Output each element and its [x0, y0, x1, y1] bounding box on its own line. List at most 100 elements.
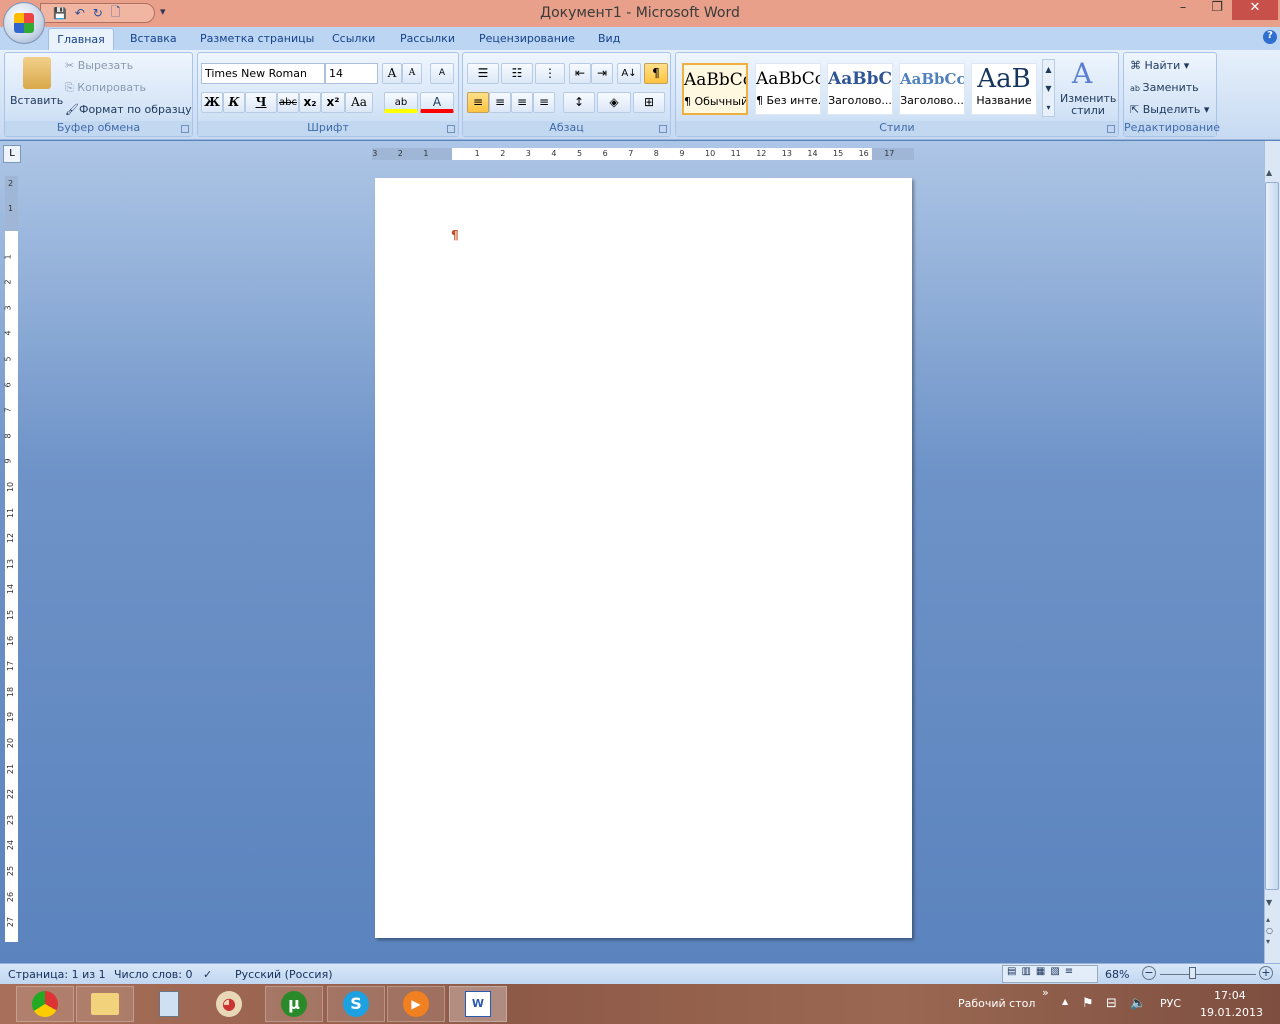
select-button[interactable]: ⇱ Выделить ▾: [1130, 103, 1209, 116]
multilevel-list-button[interactable]: ⋮: [535, 63, 565, 84]
scroll-up-icon[interactable]: ▲: [1266, 168, 1272, 177]
input-language[interactable]: РУС: [1160, 997, 1181, 1010]
style-no-spacing[interactable]: AaBbCcI ¶ Без инте...: [755, 63, 821, 115]
align-right-button[interactable]: ≡: [511, 92, 533, 113]
clipboard-launcher-icon[interactable]: [181, 125, 189, 133]
font-size-combobox[interactable]: 14: [325, 63, 378, 84]
clock-time[interactable]: 17:04: [1214, 989, 1246, 1002]
tab-home[interactable]: Главная: [48, 28, 114, 50]
restore-button[interactable]: ❐: [1202, 0, 1232, 20]
taskbar-chrome[interactable]: [16, 986, 74, 1022]
customize-qat-icon[interactable]: ▾: [160, 5, 166, 18]
zoom-slider-thumb[interactable]: [1188, 967, 1196, 979]
style-title[interactable]: AaB Название: [971, 63, 1037, 115]
font-name-combobox[interactable]: Times New Roman: [201, 63, 325, 84]
tab-references[interactable]: Ссылки: [332, 32, 375, 45]
align-center-button[interactable]: ≡: [489, 92, 511, 113]
tab-selector-button[interactable]: L: [3, 145, 21, 163]
taskbar: ◕ µ S ▶ W Рабочий стол » ▲ ⚑ ⊟ 🔈 РУС 17:…: [0, 984, 1280, 1024]
format-painter-button[interactable]: 🖌Формат по образцу: [65, 103, 192, 116]
action-center-icon[interactable]: ⚑: [1082, 996, 1094, 1011]
redo-icon[interactable]: ↻: [93, 6, 103, 20]
superscript-button[interactable]: x²: [321, 92, 345, 113]
document-page[interactable]: [375, 178, 912, 938]
style-normal[interactable]: AaBbCcI ¶ Обычный: [682, 63, 748, 115]
styles-launcher-icon[interactable]: [1107, 125, 1115, 133]
underline-button[interactable]: Ч: [245, 92, 277, 113]
taskbar-paint[interactable]: ◕: [200, 986, 258, 1022]
tab-page-layout[interactable]: Разметка страницы: [200, 32, 314, 45]
grow-font-button[interactable]: A: [382, 63, 402, 84]
justify-button[interactable]: ≡: [533, 92, 555, 113]
taskbar-skype[interactable]: S: [327, 986, 385, 1022]
paste-button[interactable]: Вставить: [10, 94, 63, 107]
tab-review[interactable]: Рецензирование: [479, 32, 575, 45]
save-icon[interactable]: 💾: [53, 7, 67, 20]
taskbar-explorer[interactable]: [76, 986, 134, 1022]
zoom-level[interactable]: 68%: [1105, 968, 1129, 981]
window-title: Документ1 - Microsoft Word: [540, 5, 740, 21]
font-color-button[interactable]: A: [420, 92, 454, 113]
shading-button[interactable]: ◈: [597, 92, 631, 113]
find-button[interactable]: ⌘ Найти ▾: [1130, 59, 1189, 72]
replace-button[interactable]: ab Заменить: [1130, 81, 1199, 94]
tab-mailings[interactable]: Рассылки: [400, 32, 455, 45]
italic-button[interactable]: К: [223, 92, 245, 113]
zoom-slider[interactable]: [1160, 974, 1256, 975]
clock-date[interactable]: 19.01.2013: [1200, 1006, 1263, 1019]
vertical-ruler[interactable]: 2 1 1 2 3 4 5 6 7 8 9 10 11 12 13 14 15 16 17 18 19 20 21 22 23 2…: [4, 176, 18, 942]
office-button[interactable]: [3, 2, 45, 44]
numbering-button[interactable]: ☷: [501, 63, 533, 84]
taskbar-utorrent[interactable]: µ: [265, 986, 323, 1022]
change-styles-button[interactable]: Изменить стили: [1060, 93, 1116, 117]
increase-indent-button[interactable]: ⇥: [591, 63, 613, 84]
style-heading-2[interactable]: AaBbCc Заголово...: [899, 63, 965, 115]
new-document-icon[interactable]: 🗋: [111, 3, 121, 24]
view-buttons[interactable]: ▤▥▦▧≡: [1002, 965, 1098, 983]
horizontal-ruler[interactable]: 3 2 1 1 2 3 4 5 6 7 8 9 10 11 12 13 14 15 16 17: [372, 148, 914, 160]
bullets-button[interactable]: ☰: [467, 63, 499, 84]
desktop-toolbar[interactable]: Рабочий стол: [958, 997, 1035, 1010]
show-marks-button[interactable]: ¶: [644, 63, 668, 84]
bold-button[interactable]: Ж: [201, 92, 223, 113]
align-left-button[interactable]: ≡: [467, 92, 489, 113]
proofing-icon[interactable]: ✓: [203, 968, 212, 981]
subscript-button[interactable]: x₂: [299, 92, 321, 113]
close-button[interactable]: ✕: [1232, 0, 1278, 20]
zoom-in-button[interactable]: +: [1259, 966, 1273, 980]
line-spacing-button[interactable]: ↕: [563, 92, 595, 113]
tab-insert[interactable]: Вставка: [130, 32, 177, 45]
cut-button[interactable]: ✂ Вырезать: [65, 59, 133, 72]
taskbar-calculator[interactable]: [140, 986, 198, 1022]
toolbar-expand-icon[interactable]: »: [1042, 986, 1049, 999]
highlight-button[interactable]: ab: [384, 92, 418, 113]
shrink-font-button[interactable]: A: [402, 63, 422, 84]
minimize-button[interactable]: –: [1168, 0, 1198, 20]
word-count[interactable]: Число слов: 0: [114, 968, 193, 981]
taskbar-word[interactable]: W: [449, 986, 507, 1022]
sort-button[interactable]: A↓: [617, 63, 641, 84]
copy-button[interactable]: ⎘ Копировать: [65, 81, 146, 95]
clear-formatting-button[interactable]: A: [430, 63, 454, 84]
network-icon[interactable]: ⊟: [1106, 996, 1117, 1011]
help-icon[interactable]: ?: [1263, 30, 1277, 44]
show-hidden-icons[interactable]: ▲: [1062, 997, 1068, 1006]
taskbar-media-player[interactable]: ▶: [387, 986, 445, 1022]
tab-view[interactable]: Вид: [598, 32, 620, 45]
decrease-indent-button[interactable]: ⇤: [569, 63, 591, 84]
undo-icon[interactable]: ↶: [75, 6, 85, 20]
scroll-down-icon[interactable]: ▼: [1266, 898, 1272, 907]
style-heading-1[interactable]: AaBbCc Заголово...: [827, 63, 893, 115]
zoom-out-button[interactable]: −: [1142, 966, 1156, 980]
scrollbar-thumb[interactable]: [1265, 182, 1279, 890]
strikethrough-button[interactable]: abc: [277, 92, 299, 113]
borders-button[interactable]: ⊞: [633, 92, 665, 113]
paragraph-launcher-icon[interactable]: [659, 125, 667, 133]
page-count[interactable]: Страница: 1 из 1: [8, 968, 106, 981]
browse-object-buttons[interactable]: ▴ ○ ▾: [1266, 914, 1273, 947]
volume-icon[interactable]: 🔈: [1130, 996, 1146, 1011]
change-case-button[interactable]: Aa: [345, 92, 373, 113]
language-status[interactable]: Русский (Россия): [235, 968, 333, 981]
font-launcher-icon[interactable]: [447, 125, 455, 133]
styles-scroll[interactable]: ▲ ▼ ▾: [1042, 59, 1055, 117]
